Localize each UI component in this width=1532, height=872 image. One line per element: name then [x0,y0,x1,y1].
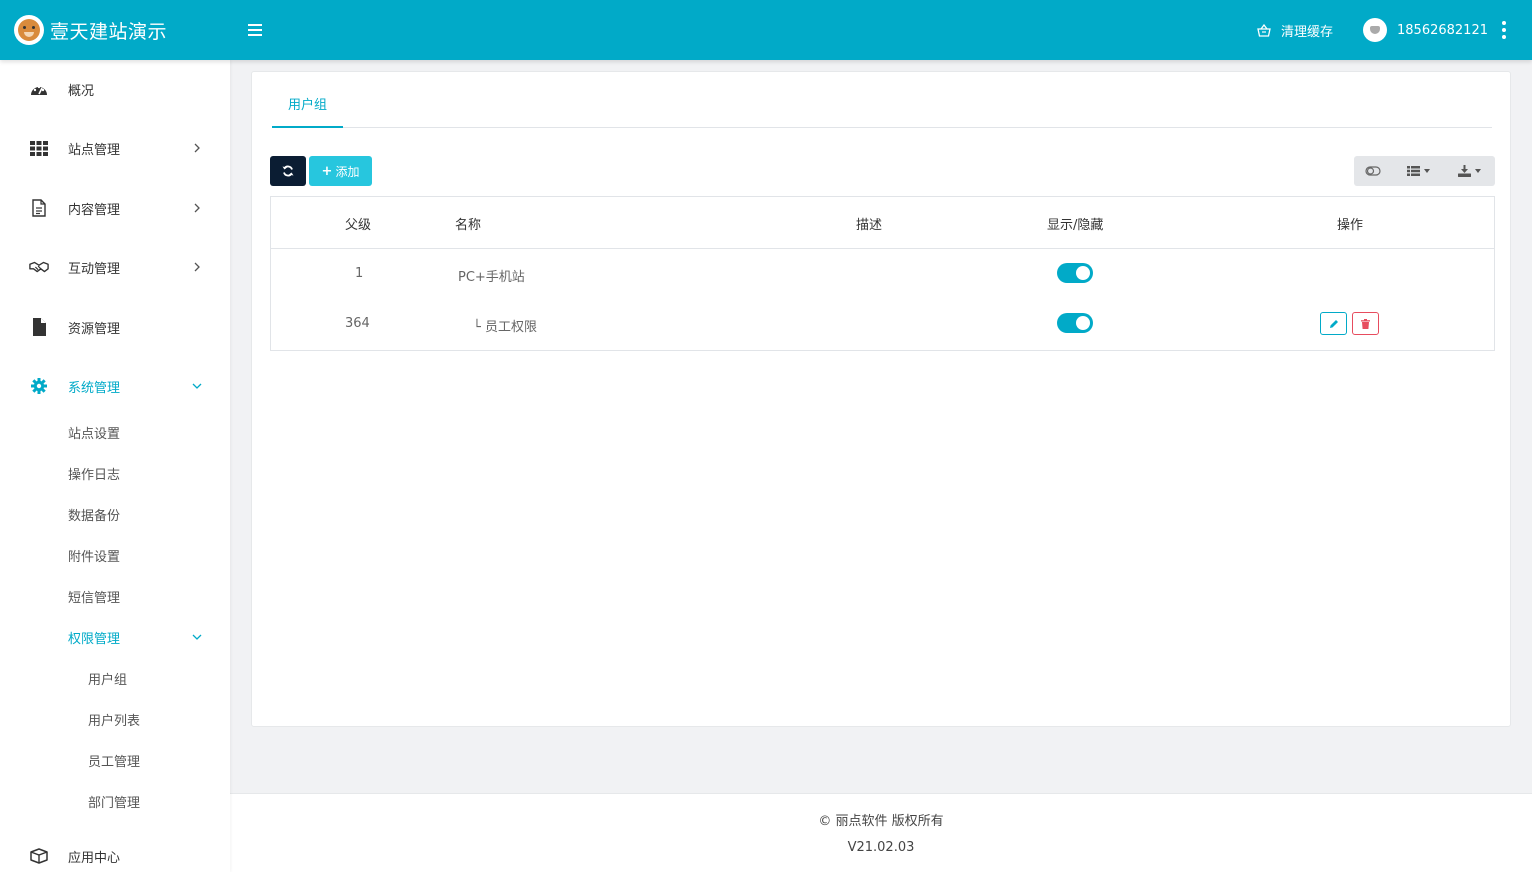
sidebar-subitem-data-backup[interactable]: 数据备份 [0,499,230,529]
gear-icon [29,376,49,396]
grid-icon [29,138,49,158]
avatar[interactable] [1363,18,1388,42]
more-options-icon[interactable] [1502,21,1506,39]
chevron-right-icon [190,141,204,155]
top-bar: 壹天建站演示 清理缓存 18562682121 [0,0,1532,60]
download-icon [1458,165,1471,177]
edit-button[interactable] [1320,312,1347,335]
sidebar-item-label: 资源管理 [68,321,121,337]
sidebar-item-site[interactable]: 站点管理 [0,128,230,168]
copyright-text: © 丽点软件 版权所有 [818,814,944,829]
column-header-parent[interactable]: 父级 [345,214,371,233]
clear-cache-label: 清理缓存 [1281,24,1334,40]
delete-button[interactable] [1352,312,1379,335]
sidebar-subitem-label: 数据备份 [68,508,121,524]
sidebar-subitem-label: 员工管理 [88,754,141,770]
brand-title: 壹天建站演示 [50,20,168,43]
sidebar-subitem-label: 部门管理 [88,795,141,811]
toggle-view-button[interactable] [1354,156,1392,186]
content-card: 用户组 + 添加 父级 名称 描述 显示/隐藏 操作 1 PC+手机站 364 … [251,71,1511,727]
trash-icon [1361,318,1370,329]
sidebar-subitem-label: 站点设置 [68,426,121,442]
cell-parent: 1 [355,266,364,281]
sidebar-item-content[interactable]: 内容管理 [0,188,230,228]
sidebar-item-system[interactable]: 系统管理 [0,366,230,406]
sidebar-subitem-label: 用户列表 [88,713,141,729]
version-text: V21.02.03 [847,840,915,855]
add-button[interactable]: + 添加 [309,156,372,186]
sidebar-subitem-label: 用户组 [88,672,128,688]
column-header-name[interactable]: 名称 [455,214,481,233]
sidebar-item-label: 互动管理 [68,261,121,277]
sidebar-subitem-operation-log[interactable]: 操作日志 [0,458,230,488]
sidebar-item-overview[interactable]: 概况 [0,69,230,109]
plus-icon: + [321,163,333,179]
tab-user-group[interactable]: 用户组 [272,90,343,128]
export-dropdown-button[interactable] [1444,156,1495,186]
sidebar-subitem-permissions[interactable]: 权限管理 [0,622,230,652]
sidebar-item-resources[interactable]: 资源管理 [0,307,230,347]
sidebar-subitem-user-group[interactable]: 用户组 [0,663,230,693]
cell-name: PC+手机站 [458,270,525,285]
sidebar-subitem-sms[interactable]: 短信管理 [0,581,230,611]
sidebar-subitem-departments[interactable]: 部门管理 [0,786,230,816]
column-header-actions: 操作 [1337,218,1364,233]
user-name[interactable]: 18562682121 [1397,23,1488,38]
toggle-view-icon [1365,166,1381,176]
add-button-label: 添加 [335,164,360,179]
sidebar-item-label: 站点管理 [68,142,121,158]
sidebar-subitem-label: 权限管理 [68,631,121,647]
list-icon [1406,166,1420,176]
column-header-visibility[interactable]: 显示/隐藏 [1047,214,1103,233]
table-toolbar [1354,156,1495,186]
footer: © 丽点软件 版权所有 V21.02.03 [230,793,1532,872]
file-icon [29,317,49,337]
caret-down-icon [1475,169,1481,173]
logo-icon [14,15,44,45]
sidebar-subitem-site-settings[interactable]: 站点设置 [0,417,230,447]
refresh-button[interactable] [270,156,306,186]
user-group-table: 父级 名称 描述 显示/隐藏 操作 1 PC+手机站 364 └ 员工权限 [270,196,1495,351]
columns-dropdown-button[interactable] [1392,156,1444,186]
chevron-down-icon [190,630,204,644]
column-header-description[interactable]: 描述 [856,214,882,233]
brand[interactable]: 壹天建站演示 [0,0,230,60]
sidebar-item-label: 应用中心 [68,850,121,866]
visibility-toggle[interactable] [1057,263,1093,283]
dashboard-icon [29,79,49,99]
chevron-down-icon [190,379,204,393]
chevron-right-icon [190,201,204,215]
cell-parent: 364 [345,316,370,331]
visibility-toggle[interactable] [1057,313,1093,333]
refresh-icon [282,165,294,177]
box-icon [29,846,49,866]
sidebar-subitem-attachment-settings[interactable]: 附件设置 [0,540,230,570]
basket-icon [1257,23,1271,37]
sidebar-subitem-label: 短信管理 [68,590,121,606]
sidebar: 概况 站点管理 内容管理 互动管理 资源管理 系统管理 站点设置 操作日志 数据… [0,60,230,872]
table-header: 父级 名称 描述 显示/隐藏 操作 [271,197,1494,249]
sidebar-subitem-label: 操作日志 [68,467,121,483]
tab-bar: 用户组 [272,90,1492,128]
sidebar-item-label: 系统管理 [68,380,121,396]
sidebar-item-label: 内容管理 [68,202,121,218]
sidebar-subitem-label: 附件设置 [68,549,121,565]
sidebar-item-label: 概况 [68,83,95,99]
clear-cache-button[interactable]: 清理缓存 [1257,21,1333,40]
menu-toggle-icon[interactable] [248,21,262,39]
document-icon [29,198,49,218]
chevron-right-icon [190,260,204,274]
caret-down-icon [1423,169,1430,173]
sidebar-subitem-user-list[interactable]: 用户列表 [0,704,230,734]
sidebar-subitem-staff[interactable]: 员工管理 [0,745,230,775]
cell-name: └ 员工权限 [473,320,537,335]
sidebar-item-app-center[interactable]: 应用中心 [0,836,230,872]
pencil-icon [1329,319,1338,328]
sidebar-item-interaction[interactable]: 互动管理 [0,247,230,287]
handshake-icon [29,257,49,277]
